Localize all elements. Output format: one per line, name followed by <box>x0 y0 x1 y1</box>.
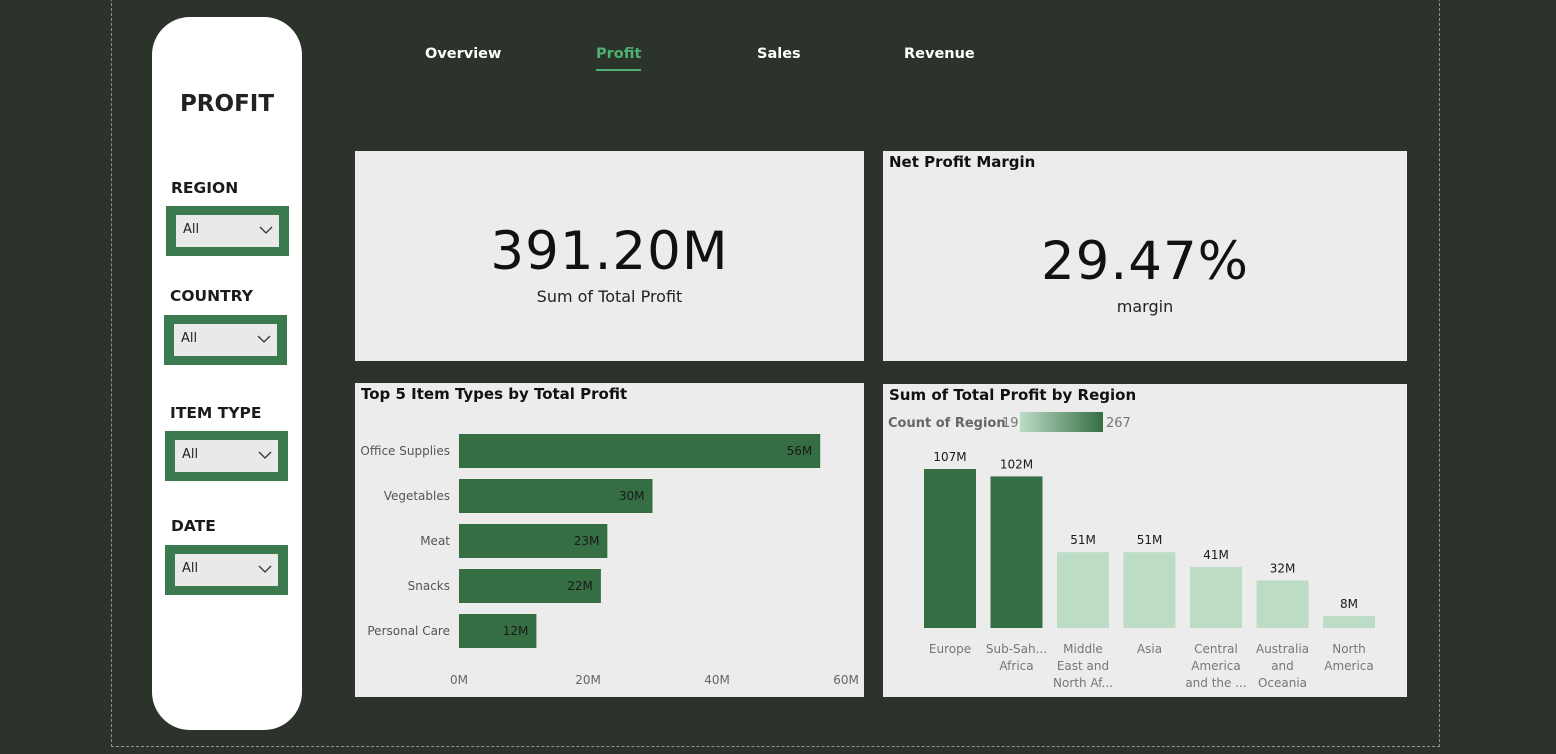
top-items-bar-chart: Office Supplies 56M Vegetables 30M Meat 23M Sn… <box>360 434 859 687</box>
data-label: 32M <box>1270 561 1296 575</box>
data-label: 51M <box>1137 533 1163 547</box>
category-label: Central <box>1194 642 1238 656</box>
category-label: Middle <box>1063 642 1103 656</box>
region-profit-bar-chart: Count of Region19 267 107M Europe 102M Sub-Sa… <box>888 412 1375 690</box>
item-type-filter-label: ITEM TYPE <box>170 404 262 422</box>
category-label: America <box>1191 659 1241 673</box>
tab-revenue[interactable]: Revenue <box>904 46 975 62</box>
category-label: and <box>1271 659 1294 673</box>
region-profit-chart-card[interactable]: Sum of Total Profit by Region Count of R… <box>883 384 1407 697</box>
net-profit-margin-title: Net Profit Margin <box>889 153 1036 171</box>
category-label: Europe <box>929 642 971 656</box>
x-tick-label: 20M <box>575 673 601 687</box>
category-label: North <box>1332 642 1366 656</box>
region-filter-label: REGION <box>171 179 239 197</box>
tab-profit[interactable]: Profit <box>596 46 642 71</box>
bar[interactable] <box>924 469 976 628</box>
category-label: Snacks <box>408 579 450 593</box>
tab-overview[interactable]: Overview <box>425 46 501 62</box>
tab-profit-label: Profit <box>596 46 642 62</box>
filter-sidebar: PROFIT <box>152 17 302 730</box>
item-type-dropdown[interactable]: All <box>175 440 278 472</box>
data-label: 8M <box>1340 597 1358 611</box>
data-label: 22M <box>567 579 593 593</box>
category-label: Personal Care <box>367 624 450 638</box>
category-label: Sub-Sah... <box>986 642 1047 656</box>
bar[interactable] <box>1256 580 1309 628</box>
region-dropdown-value: All <box>183 222 200 237</box>
bar[interactable] <box>990 476 1043 628</box>
data-label: 23M <box>574 534 600 548</box>
x-tick-label: 60M <box>833 673 859 687</box>
color-legend-gradient <box>1020 412 1103 432</box>
data-label: 56M <box>787 444 813 458</box>
data-label: 107M <box>933 450 966 464</box>
category-label: and the ... <box>1185 676 1246 690</box>
category-label: Australia <box>1256 642 1309 656</box>
category-label: East and <box>1057 659 1109 673</box>
category-label: Office Supplies <box>360 444 450 458</box>
data-label: 102M <box>1000 457 1033 471</box>
net-profit-margin-card[interactable]: Net Profit Margin 29.47% margin <box>883 151 1407 361</box>
page-tabs: Overview Profit Sales Revenue <box>0 46 1556 76</box>
x-tick-label: 40M <box>704 673 730 687</box>
page-title: PROFIT <box>179 91 275 117</box>
bar[interactable] <box>459 434 821 468</box>
item-type-slicer: All <box>165 431 288 481</box>
country-dropdown-value: All <box>181 331 198 346</box>
data-label: 41M <box>1203 548 1229 562</box>
bar[interactable] <box>1323 616 1375 628</box>
color-legend-max: 267 <box>1106 416 1131 431</box>
date-slicer: All <box>165 545 288 595</box>
region-dropdown[interactable]: All <box>176 215 279 247</box>
total-profit-value: 391.20M <box>490 221 729 282</box>
data-label: 30M <box>619 489 645 503</box>
country-dropdown[interactable]: All <box>174 324 277 356</box>
bar[interactable] <box>1057 552 1109 628</box>
chevron-down-icon <box>257 335 271 343</box>
bar[interactable] <box>1190 567 1242 628</box>
country-filter-label: COUNTRY <box>170 287 253 305</box>
category-label: America <box>1324 659 1374 673</box>
date-dropdown-value: All <box>182 561 199 576</box>
color-legend-min: 19 <box>1002 416 1019 431</box>
date-filter-label: DATE <box>171 517 216 535</box>
bar[interactable] <box>1123 552 1176 628</box>
active-tab-indicator <box>596 69 642 71</box>
country-slicer: All <box>164 315 287 365</box>
category-label: North Af... <box>1053 676 1113 690</box>
category-label: Meat <box>420 534 450 548</box>
data-label: 51M <box>1070 533 1096 547</box>
color-legend-label: Count of Region <box>888 416 1006 431</box>
chevron-down-icon <box>259 226 273 234</box>
total-profit-card[interactable]: 391.20M Sum of Total Profit <box>355 151 864 361</box>
date-dropdown[interactable]: All <box>175 554 278 586</box>
top-items-chart-card[interactable]: Top 5 Item Types by Total Profit Office … <box>355 383 864 697</box>
data-label: 12M <box>503 624 529 638</box>
category-label: Asia <box>1137 642 1162 656</box>
chevron-down-icon <box>258 451 272 459</box>
category-label: Vegetables <box>384 489 450 503</box>
total-profit-label: Sum of Total Profit <box>536 287 683 306</box>
category-label: Oceania <box>1258 676 1307 690</box>
category-label: Africa <box>999 659 1033 673</box>
item-type-dropdown-value: All <box>182 447 199 462</box>
margin-label: margin <box>1116 297 1174 316</box>
x-tick-label: 0M <box>450 673 468 687</box>
margin-value: 29.47% <box>1040 231 1250 292</box>
chevron-down-icon <box>258 565 272 573</box>
region-slicer: All <box>166 206 289 256</box>
tab-sales[interactable]: Sales <box>757 46 801 62</box>
